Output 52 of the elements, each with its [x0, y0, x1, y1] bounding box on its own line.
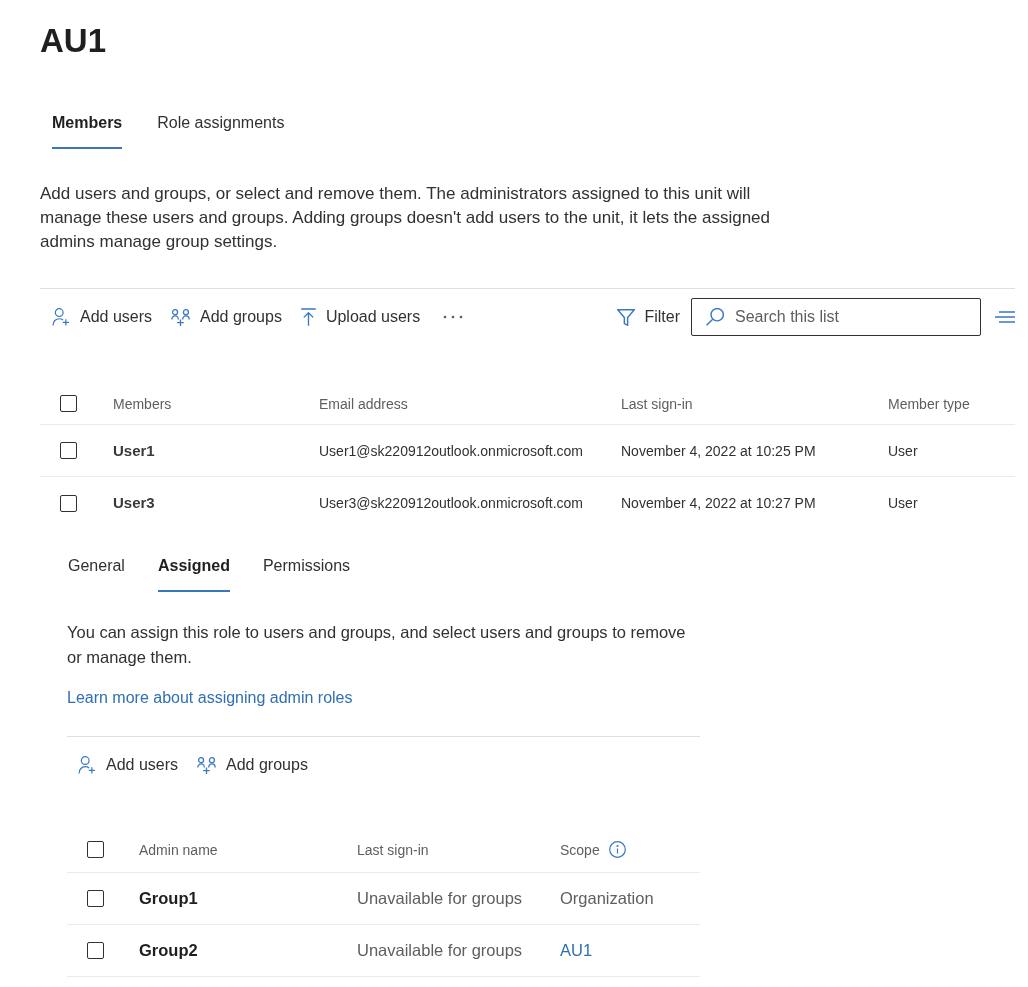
member-name: User3	[113, 494, 155, 511]
checkbox[interactable]	[87, 942, 104, 959]
scope-text: Organization	[560, 888, 654, 907]
tab[interactable]: Members	[52, 111, 123, 149]
description-text: Add users and groups, or select and remove them. The administrators assigned to this unit will manage these users and groups. Adding groups doesn't add users to the unit, it lets the assigned admins manage group settings.	[40, 183, 771, 253]
page-title: AU1	[40, 21, 107, 61]
learn-more-link[interactable]: Learn more about assigning admin roles	[67, 689, 353, 706]
people-plus-icon	[197, 756, 217, 774]
upload-icon	[300, 308, 316, 326]
scope-link[interactable]: AU1	[560, 940, 593, 959]
toolbar-button[interactable]: Add users	[78, 749, 179, 781]
checkbox[interactable]	[60, 494, 77, 512]
email-address: User3@sk220912outlook.onmicrosoft.com	[319, 495, 583, 511]
column-header[interactable]: Members	[113, 395, 172, 412]
toolbar-button[interactable]: Upload users	[300, 301, 421, 333]
sign-in-status: Unavailable for groups	[357, 940, 523, 959]
column-header[interactable]: Email address	[319, 395, 408, 412]
column-header[interactable]: Admin name	[139, 839, 218, 860]
search-icon	[706, 308, 724, 326]
person-plus-icon	[52, 308, 70, 326]
person-plus-icon	[78, 756, 96, 774]
description-text: You can assign this role to users and groups, and select users and groups to remove or manage them.	[67, 622, 687, 668]
list-icon	[995, 311, 1015, 323]
sign-in-time: November 4, 2022 at 10:25 PM	[621, 442, 816, 459]
checkbox[interactable]	[87, 890, 104, 907]
checkbox[interactable]	[60, 442, 77, 459]
member-type: User	[888, 442, 918, 459]
info-icon[interactable]	[608, 841, 626, 858]
sign-in-time: November 4, 2022 at 10:27 PM	[621, 495, 816, 511]
people-plus-icon	[171, 308, 191, 326]
admin-name: Group2	[139, 940, 198, 959]
filter-icon	[617, 308, 636, 326]
checkbox[interactable]	[60, 395, 77, 412]
tab[interactable]: General	[68, 554, 125, 592]
filter-button[interactable]: Filter	[617, 301, 680, 333]
checkbox[interactable]	[87, 841, 104, 858]
toolbar-button[interactable]: Add users	[52, 301, 153, 333]
column-header[interactable]: Scope	[560, 839, 600, 860]
tab[interactable]: Permissions	[262, 554, 351, 592]
member-name: User1	[113, 441, 155, 459]
sign-in-status: Unavailable for groups	[357, 888, 523, 907]
search-field[interactable]: Search this list	[691, 298, 981, 336]
toolbar-button[interactable]: Add groups	[197, 749, 308, 781]
column-header[interactable]: Member type	[888, 395, 970, 412]
email-address: User1@sk220912outlook.onmicrosoft.com	[319, 442, 583, 459]
member-type: User	[888, 495, 918, 511]
admin-name: Group1	[139, 888, 198, 907]
tab[interactable]: Role assignments	[157, 111, 285, 149]
tab[interactable]: Assigned	[157, 554, 230, 592]
column-header[interactable]: Last sign-in	[357, 839, 429, 860]
toolbar-button[interactable]: Add groups	[171, 301, 282, 333]
column-header[interactable]: Last sign-in	[621, 395, 693, 412]
